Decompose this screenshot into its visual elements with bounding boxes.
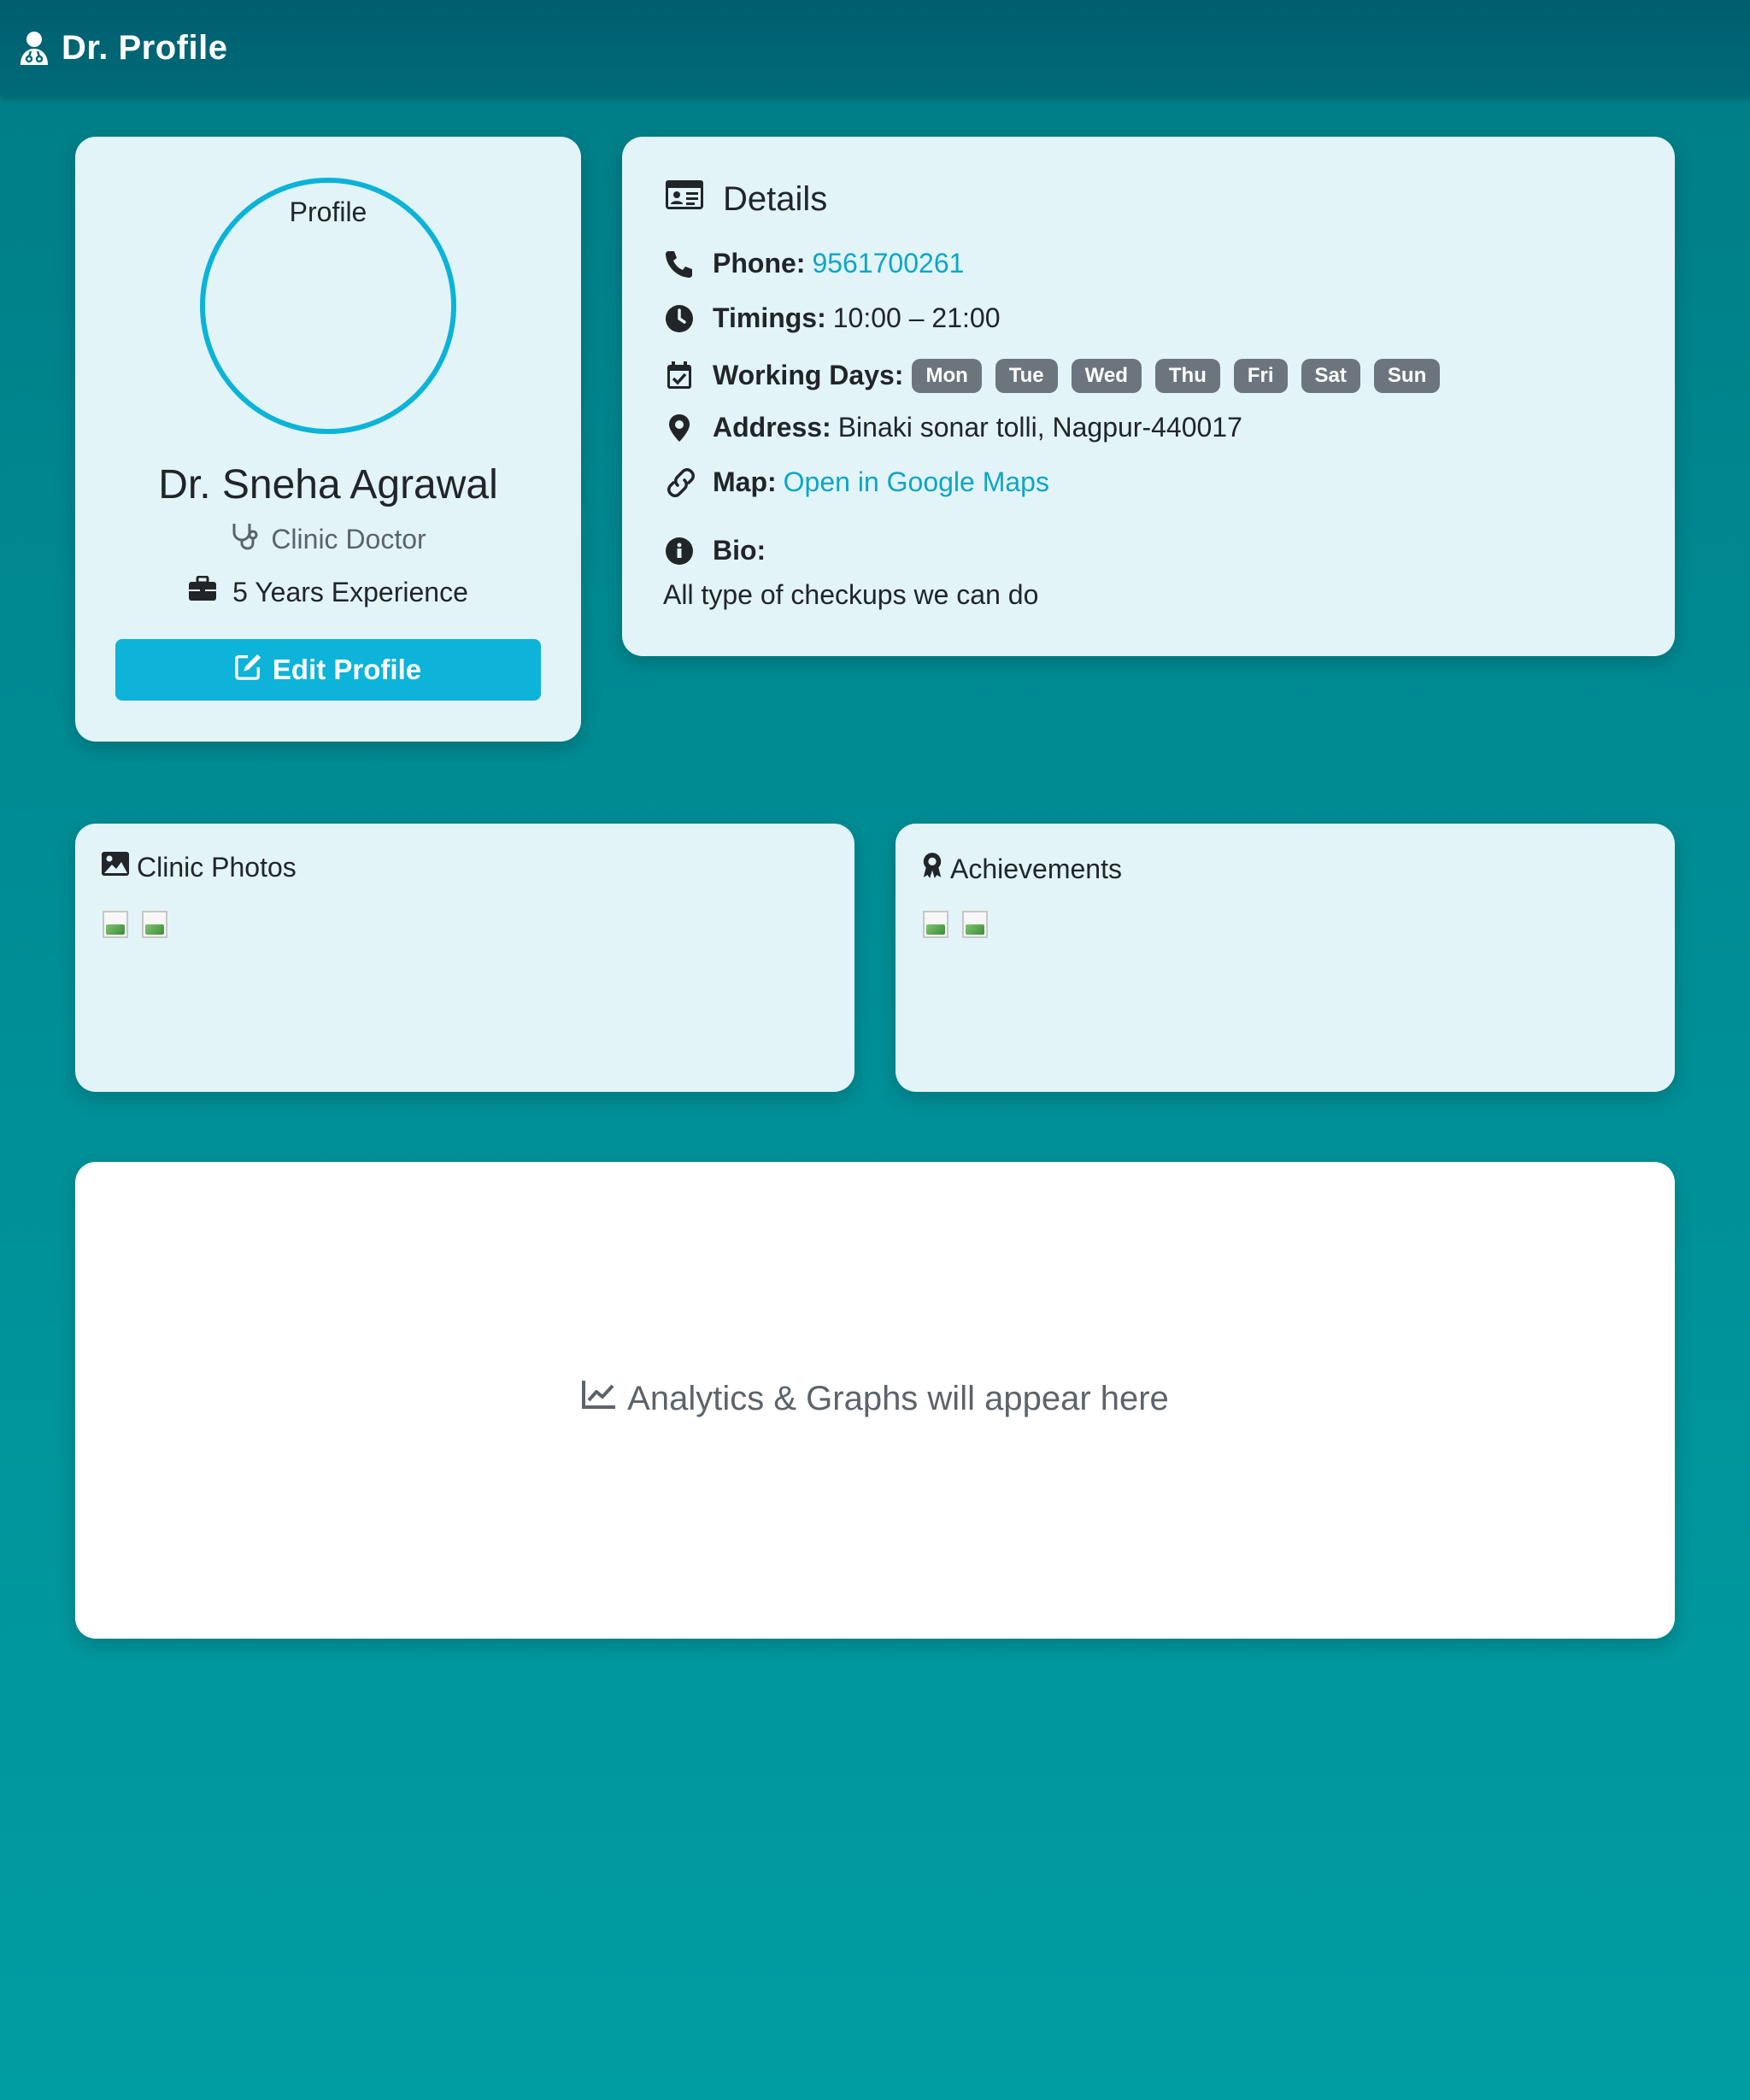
id-card-icon [665,179,704,219]
achievement-broken-image[interactable] [962,911,988,938]
award-icon [921,851,943,887]
analytics-placeholder-text: Analytics & Graphs will appear here [627,1379,1169,1417]
clinic-photos-heading: Clinic Photos [101,851,297,883]
phone-link[interactable]: 9561700261 [812,248,964,279]
phone-label: Phone: [713,248,806,279]
achievements-card: Achievements [896,824,1675,1092]
details-heading: Details [665,179,827,219]
doctor-experience: 5 Years Experience [75,575,581,608]
google-maps-link[interactable]: Open in Google Maps [784,466,1049,498]
address-label: Address: [713,412,831,443]
image-icon [101,851,130,883]
link-icon [665,467,695,497]
doctor-icon [19,31,50,65]
day-badge-sun: Sun [1373,359,1441,393]
day-badge-fri: Fri [1233,359,1288,393]
day-badge-thu: Thu [1154,359,1220,393]
navbar: Dr. Profile [0,0,1750,96]
profile-card: Profile Dr. Sneha Agrawal Clinic Doctor … [75,137,581,742]
details-card: Details Phone: 9561700261 Timings: 10:00… [622,137,1675,656]
bio-row: Bio: [665,535,772,566]
analytics-placeholder: Analytics & Graphs will appear here [75,1379,1675,1418]
doctor-name: Dr. Sneha Agrawal [158,462,498,507]
day-badge-wed: Wed [1071,359,1142,393]
map-row: Map: Open in Google Maps [665,466,1049,498]
phone-icon [665,249,694,279]
brand-title[interactable]: Dr. Profile [62,29,227,67]
timings-label: Timings: [713,302,826,333]
edit-profile-button[interactable]: Edit Profile [115,639,541,701]
clock-icon [665,304,694,333]
timings-value: 10:00 – 21:00 [832,302,1001,333]
clinic-photos-list [103,911,167,938]
stethoscope-icon [230,521,259,557]
calendar-check-icon [665,361,694,390]
doctor-experience-text: 5 Years Experience [232,576,468,607]
clinic-photo-broken-image[interactable] [103,911,128,938]
address-value: Binaki sonar tolli, Nagpur-440017 [837,412,1242,443]
working-days-label: Working Days: [713,359,904,390]
address-row: Address: Binaki sonar tolli, Nagpur-4400… [665,412,1242,443]
analytics-card: Analytics & Graphs will appear here [75,1162,1675,1639]
details-title: Details [723,179,828,218]
timings-row: Timings: 10:00 – 21:00 [665,302,1000,334]
achievements-heading: Achievements [921,851,1122,887]
line-chart-icon [581,1379,617,1418]
doctor-role: Clinic Doctor [75,521,581,557]
briefcase-icon [188,575,217,608]
phone-row: Phone: 9561700261 [665,248,964,279]
achievements-title: Achievements [950,853,1122,884]
working-days-row: Working Days: Mon Tue Wed Thu Fri Sat Sun [665,357,1453,393]
working-days-badges: Mon Tue Wed Thu Fri Sat Sun [912,357,1453,393]
achievement-broken-image[interactable] [923,911,948,938]
doctor-role-text: Clinic Doctor [271,523,426,554]
clinic-photos-card: Clinic Photos [75,824,854,1092]
edit-icon [235,653,262,687]
info-icon [665,537,694,566]
bio-label: Bio: [713,535,766,566]
avatar-alt-text: Profile [289,197,367,227]
clinic-photo-broken-image[interactable] [142,911,167,938]
map-pin-icon [665,414,694,443]
bio-text: All type of checkups we can do [663,579,1039,610]
map-label: Map: [713,466,777,497]
day-badge-sat: Sat [1301,359,1360,393]
clinic-photos-title: Clinic Photos [137,851,297,883]
day-badge-mon: Mon [912,359,982,393]
edit-profile-label: Edit Profile [272,654,422,685]
achievements-list [923,911,988,938]
avatar: Profile [200,178,456,434]
day-badge-tue: Tue [995,359,1058,393]
